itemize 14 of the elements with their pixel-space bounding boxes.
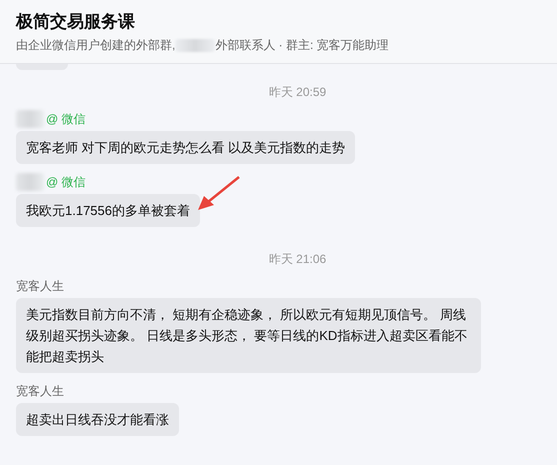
group-description: 由企业微信用户创建的外部群,	[16, 37, 176, 54]
message-bubble: 宽客老师 对下周的欧元走势怎么看 以及美元指数的走势	[16, 131, 356, 164]
message-bubble: 美元指数目前方向不清， 短期有企稳迹象， 所以欧元有短期见顶信号。 周线级别超买拐头迹象。 日线是多头形态， 要等日线的KD指标进入超卖区看能不能把超卖拐头	[16, 298, 481, 373]
sender-name: 宽客人生	[16, 382, 64, 400]
group-description: 外部联系人 · 群主: 宽客万能助理	[215, 37, 389, 54]
timestamp: 昨天 20:59	[268, 84, 326, 101]
message-bubble: 我欧元1.17556的多单被套着	[16, 194, 200, 227]
sender-source: @ 微信	[46, 110, 86, 128]
message-bubble: 超卖出日线吞没才能看涨	[16, 403, 179, 436]
sender-source: @ 微信	[46, 174, 86, 190]
redacted-text	[175, 39, 216, 52]
chat-title: 极简交易服务课	[16, 11, 136, 33]
sender-name: 宽客人生	[16, 278, 64, 294]
timestamp: 昨天 21:06	[268, 251, 326, 268]
